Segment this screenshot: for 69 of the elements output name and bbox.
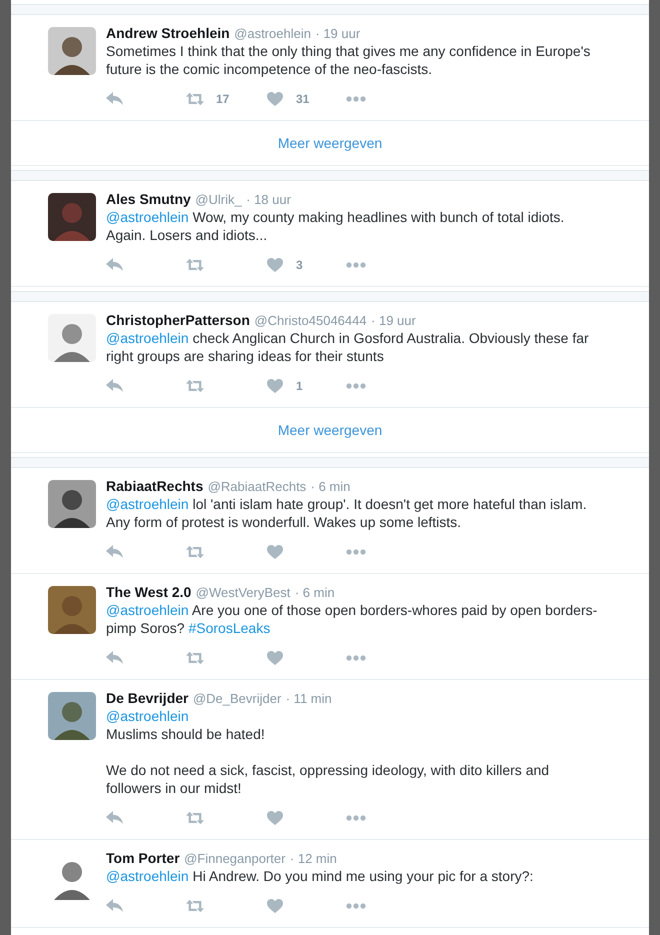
heart-icon[interactable] — [266, 899, 284, 913]
retweet-icon[interactable] — [186, 258, 204, 272]
tweet-text: @astroehlein lol 'anti islam hate group'. It doesn't get more hateful than islam. Any form of protest is wonderfull. Wakes up some leftists. — [106, 495, 588, 531]
reply-icon[interactable] — [106, 651, 124, 665]
user-name[interactable]: De Bevrijder — [106, 690, 188, 706]
tweet-time[interactable]: · 19 uur — [315, 26, 360, 41]
retweet-icon[interactable] — [186, 811, 204, 825]
retweet-icon[interactable] — [186, 92, 204, 106]
tweet-time[interactable]: · 6 min — [310, 479, 350, 494]
mention-link[interactable]: @astroehlein — [106, 209, 189, 225]
heart-icon[interactable] — [266, 811, 284, 825]
more-icon[interactable] — [346, 96, 366, 102]
heart-icon[interactable] — [266, 92, 284, 106]
user-handle[interactable]: @De_Bevrijder — [192, 691, 282, 706]
show-more-link[interactable]: Meer weergeven — [278, 135, 382, 151]
heart-icon[interactable] — [266, 545, 284, 559]
user-handle[interactable]: @Finneganporter — [184, 851, 286, 866]
more-icon[interactable] — [346, 903, 366, 909]
user-name[interactable]: Andrew Stroehlein — [106, 25, 230, 41]
reply-icon[interactable] — [106, 92, 124, 106]
tweet-time[interactable]: · 19 uur — [371, 313, 416, 328]
user-handle[interactable]: @RabiaatRechts — [208, 479, 306, 494]
show-more-link[interactable]: Meer weergeven — [278, 422, 382, 438]
tweet-time[interactable]: · 12 min — [290, 851, 337, 866]
more-icon[interactable] — [346, 383, 366, 389]
hashtag-link[interactable]: #SorosLeaks — [188, 620, 270, 636]
reply-icon[interactable] — [106, 258, 124, 272]
user-handle[interactable]: @Ulrik_ — [195, 192, 242, 207]
like-count: 1 — [296, 379, 303, 393]
mention-link[interactable]: @astroehlein — [106, 868, 189, 884]
user-name[interactable]: ChristopherPatterson — [106, 312, 250, 328]
tweet-text: @astroehlein Wow, my county making headlines with bunch of total idiots. Again. Losers and idiots... — [106, 208, 566, 244]
retweet-icon[interactable] — [186, 899, 204, 913]
like-count: 31 — [296, 92, 310, 106]
heart-icon[interactable] — [266, 258, 284, 272]
like-count: 3 — [296, 258, 303, 272]
tweet-time[interactable]: · 11 min — [286, 691, 332, 706]
tweet-text: Sometimes I think that the only thing that gives me any confidence in Europe's future is the comic incompetence of the neo-fascists. — [106, 42, 592, 78]
reply-icon[interactable] — [106, 379, 124, 393]
tweet-text: @astroehlein Hi Andrew. Do you mind me using your pic for a story?: — [106, 867, 534, 885]
retweet-icon[interactable] — [186, 651, 204, 665]
more-icon[interactable] — [346, 549, 366, 555]
mention-link[interactable]: @astroehlein — [106, 602, 189, 618]
user-name[interactable]: RabiaatRechts — [106, 478, 204, 494]
reply-icon[interactable] — [106, 545, 124, 559]
retweet-icon[interactable] — [186, 379, 204, 393]
heart-icon[interactable] — [266, 651, 284, 665]
more-icon[interactable] — [346, 655, 366, 661]
retweet-icon[interactable] — [186, 545, 204, 559]
user-handle[interactable]: @Christo45046444 — [254, 313, 367, 328]
user-name[interactable]: Ales Smutny — [106, 191, 191, 207]
tweet-time[interactable]: · 18 uur — [246, 192, 291, 207]
user-name[interactable]: The West 2.0 — [106, 584, 192, 600]
more-icon[interactable] — [346, 262, 366, 268]
more-icon[interactable] — [346, 815, 366, 821]
user-name[interactable]: Tom Porter — [106, 850, 180, 866]
tweet-time[interactable]: · 6 min — [294, 585, 335, 600]
reply-icon[interactable] — [106, 899, 124, 913]
mention-link[interactable]: @astroehlein — [106, 330, 189, 346]
user-handle[interactable]: @WestVeryBest — [196, 585, 290, 600]
retweet-count: 17 — [216, 92, 230, 106]
heart-icon[interactable] — [266, 379, 284, 393]
mention-link[interactable]: @astroehlein — [106, 496, 189, 512]
user-handle[interactable]: @astroehlein — [234, 26, 311, 41]
tweet-text: @astroehlein Are you one of those open borders-whores paid by open borders-pimp Soros? #SorosLeaks — [106, 601, 598, 637]
reply-icon[interactable] — [106, 811, 124, 825]
tweet-text: @astroehlein Muslims should be hated! We do not need a sick, fascist, oppressing ideology, with dito killers and followers in our midst! — [106, 707, 550, 797]
tweet-text: @astroehlein check Anglican Church in Gosford Australia. Obviously these far right groups are sharing ideas for their stunts — [106, 329, 590, 365]
mention-link[interactable]: @astroehlein — [106, 708, 189, 724]
